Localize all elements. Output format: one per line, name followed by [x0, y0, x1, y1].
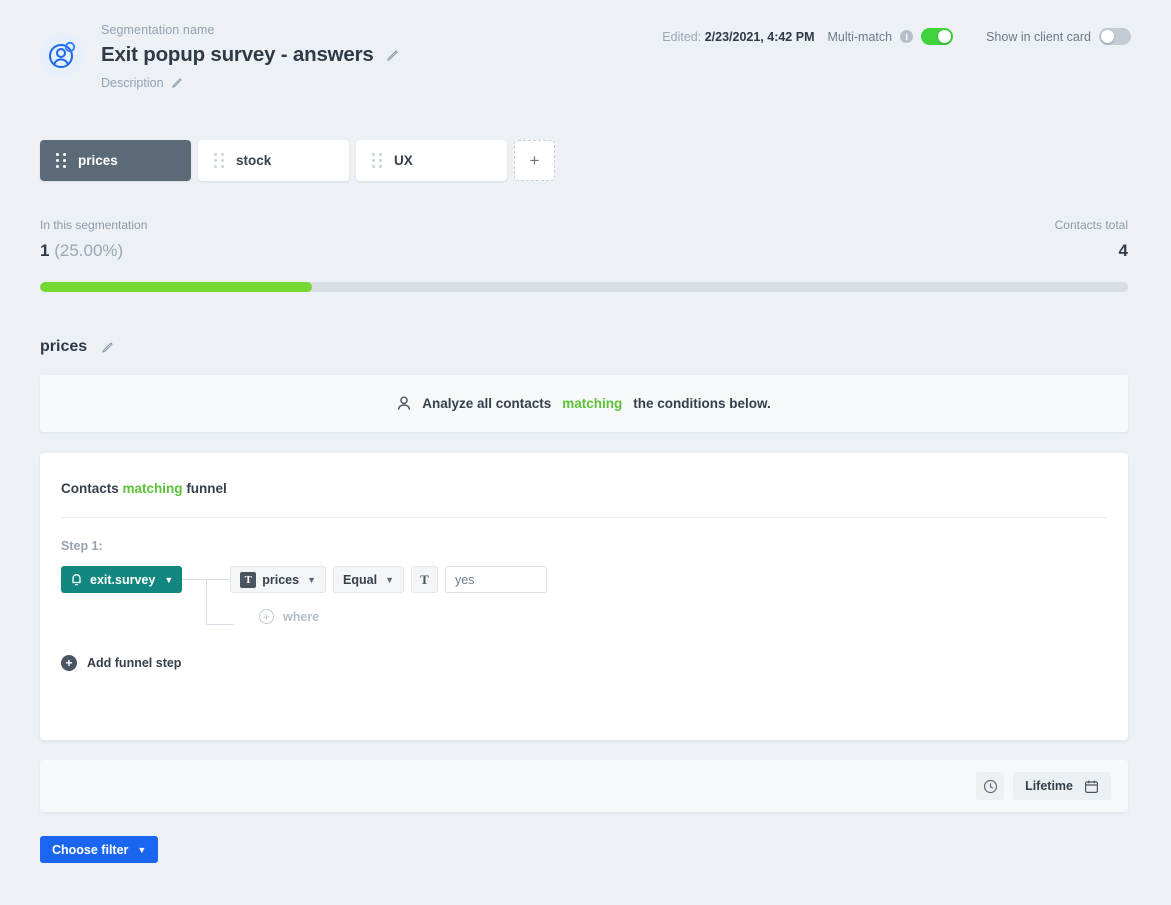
operator-select[interactable]: Equal ▼ — [333, 566, 404, 593]
add-funnel-step-label: Add funnel step — [87, 656, 181, 670]
avatar — [40, 33, 84, 77]
date-range-bar: Lifetime — [40, 760, 1128, 812]
property-select-label: prices — [262, 573, 299, 587]
segmentation-page: Segmentation name Exit popup survey - an… — [0, 0, 1171, 905]
property-select[interactable]: T prices ▼ — [230, 566, 326, 593]
add-where-icon[interactable]: + — [259, 609, 274, 624]
drag-handle-icon[interactable] — [214, 153, 224, 168]
funnel-heading-highlight: matching — [123, 481, 183, 496]
event-icon — [70, 573, 83, 587]
funnel-heading-prefix: Contacts — [61, 481, 119, 496]
multi-match-toggle[interactable] — [921, 28, 953, 45]
edited-timestamp: 2/23/2021, 4:42 PM — [705, 30, 815, 44]
clock-button[interactable] — [976, 772, 1004, 800]
title-block: Segmentation name Exit popup survey - an… — [101, 22, 399, 90]
funnel-card: Contacts matching funnel Step 1: exit.su… — [40, 453, 1128, 740]
tab-prices[interactable]: prices — [40, 140, 191, 181]
banner-suffix: the conditions below. — [633, 396, 771, 411]
bottom-strip — [0, 881, 1171, 905]
toggle-knob — [938, 30, 951, 43]
tab-ux[interactable]: UX — [356, 140, 507, 181]
drag-handle-icon[interactable] — [372, 153, 382, 168]
contacts-total-value: 4 — [1055, 241, 1128, 261]
stats-section: In this segmentation 1 (25.00%) Contacts… — [40, 218, 1128, 292]
stats-row: In this segmentation 1 (25.00%) Contacts… — [40, 218, 1128, 261]
section-title-row: prices — [40, 338, 114, 356]
progress-bar-fill — [40, 282, 312, 292]
value-input[interactable] — [445, 566, 547, 593]
show-in-client-card-toggle[interactable] — [1099, 28, 1131, 45]
where-label: where — [283, 610, 319, 624]
chevron-down-icon: ▼ — [137, 845, 146, 855]
description-row[interactable]: Description — [101, 76, 399, 90]
segment-count: 1 (25.00%) — [40, 241, 147, 261]
chevron-down-icon: ▼ — [164, 575, 173, 585]
step-condition-row: exit.survey ▼ T prices ▼ Equal ▼ T — [40, 553, 1128, 593]
choose-filter-label: Choose filter — [52, 843, 128, 857]
header-meta: Edited: 2/23/2021, 4:42 PM Multi-match i… — [662, 28, 1131, 45]
event-select-label: exit.survey — [90, 573, 155, 587]
add-funnel-step-button[interactable]: + Add funnel step — [40, 624, 1128, 671]
chevron-down-icon: ▼ — [385, 575, 394, 585]
tab-stock[interactable]: stock — [198, 140, 349, 181]
clock-icon — [983, 779, 998, 794]
banner-highlight: matching — [562, 396, 622, 411]
condition-tree-line — [206, 579, 234, 625]
chevron-down-icon: ▼ — [307, 575, 316, 585]
calendar-icon — [1084, 779, 1099, 794]
user-circle-icon — [47, 40, 77, 70]
event-select[interactable]: exit.survey ▼ — [61, 566, 182, 593]
text-type-icon: T — [240, 572, 256, 588]
segmentation-title-row: Exit popup survey - answers — [101, 43, 399, 67]
tab-label: UX — [394, 153, 413, 168]
date-range-label: Lifetime — [1025, 779, 1073, 793]
date-range-button[interactable]: Lifetime — [1013, 772, 1111, 800]
add-tab-button[interactable]: + — [514, 140, 555, 181]
contacts-total-label: Contacts total — [1055, 218, 1128, 232]
segmentation-name-label: Segmentation name — [101, 22, 399, 38]
person-icon — [397, 396, 411, 411]
segment-count-percent: (25.00%) — [54, 241, 123, 260]
toggle-knob — [1101, 30, 1114, 43]
analyze-banner: Analyze all contacts matching the condit… — [40, 375, 1128, 432]
edit-section-pencil-icon[interactable] — [101, 341, 114, 354]
show-in-client-card-group: Show in client card — [986, 28, 1131, 45]
page-header: Segmentation name Exit popup survey - an… — [40, 22, 1131, 102]
show-in-client-card-label: Show in client card — [986, 30, 1091, 44]
segment-tabs: prices stock UX + — [40, 140, 555, 181]
where-row: + where — [40, 593, 1128, 624]
tab-label: prices — [78, 153, 118, 168]
multi-match-group: Multi-match i — [827, 28, 953, 45]
funnel-heading: Contacts matching funnel — [40, 453, 1128, 496]
choose-filter-button[interactable]: Choose filter ▼ — [40, 836, 158, 863]
stats-right: Contacts total 4 — [1055, 218, 1128, 261]
section-title: prices — [40, 338, 87, 356]
edited-info: Edited: 2/23/2021, 4:42 PM — [662, 30, 814, 44]
tab-label: stock — [236, 153, 271, 168]
value-type-button[interactable]: T — [411, 566, 438, 593]
edit-title-pencil-icon[interactable] — [386, 49, 399, 62]
operator-select-label: Equal — [343, 573, 377, 587]
plus-icon: + — [61, 655, 77, 671]
segment-count-value: 1 — [40, 241, 49, 260]
funnel-heading-suffix: funnel — [186, 481, 227, 496]
info-icon[interactable]: i — [900, 30, 913, 43]
edited-label: Edited: — [662, 30, 701, 44]
stats-left: In this segmentation 1 (25.00%) — [40, 218, 147, 261]
multi-match-label: Multi-match — [827, 30, 892, 44]
description-label: Description — [101, 76, 164, 90]
banner-prefix: Analyze all contacts — [422, 396, 551, 411]
page-title: Exit popup survey - answers — [101, 43, 374, 67]
progress-bar-track — [40, 282, 1128, 292]
step-label: Step 1: — [40, 518, 1128, 553]
edit-description-pencil-icon[interactable] — [171, 77, 184, 90]
drag-handle-icon[interactable] — [56, 153, 66, 168]
in-segmentation-label: In this segmentation — [40, 218, 147, 232]
